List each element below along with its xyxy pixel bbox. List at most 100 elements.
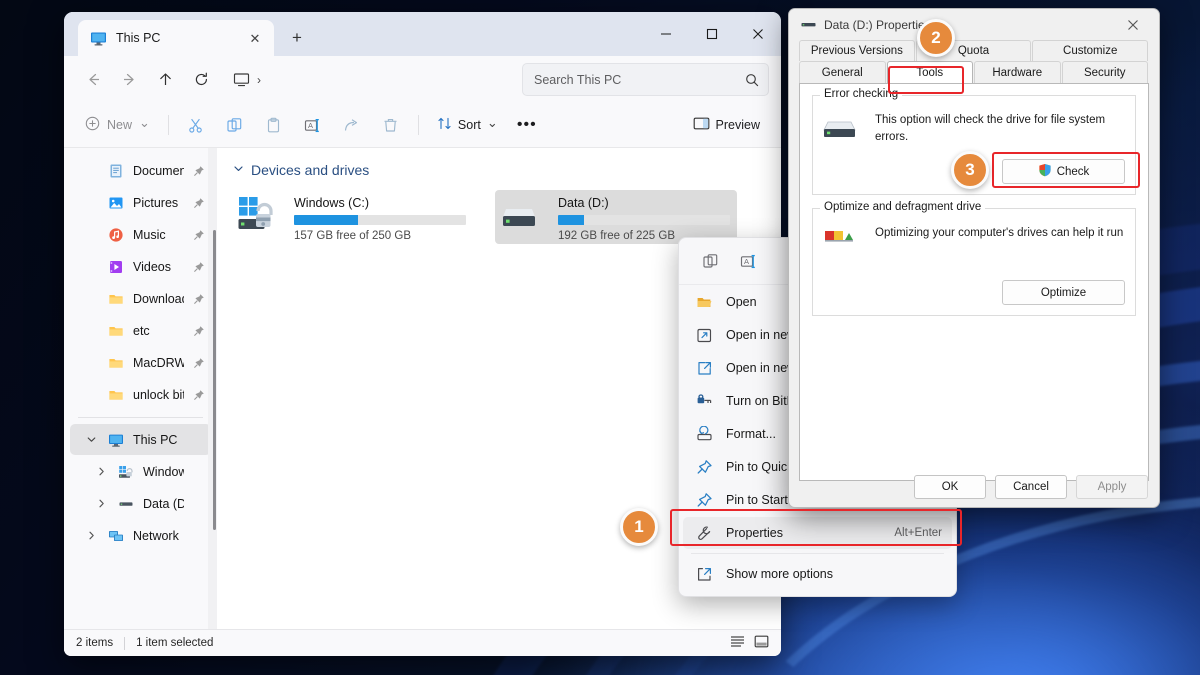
sidebar-scrollbar-track[interactable] (208, 148, 217, 629)
optimize-button[interactable]: Optimize (1002, 280, 1125, 305)
new-tab-icon (695, 326, 714, 345)
context-menu-item-properties[interactable]: Properties Alt+Enter (683, 517, 952, 549)
maximize-button[interactable] (689, 12, 735, 56)
folder-open-icon (695, 293, 714, 312)
dialog-close-button[interactable] (1113, 9, 1153, 40)
folder-icon (107, 354, 124, 371)
sidebar-item-pictures[interactable]: Pictures (70, 187, 211, 218)
tab-security[interactable]: Security (1061, 61, 1148, 83)
new-tab-button[interactable]: + (282, 23, 312, 53)
explorer-body: Documents Pictures M (64, 148, 781, 629)
tiles-view-icon[interactable] (754, 635, 769, 651)
tab-general[interactable]: General (799, 61, 886, 83)
sort-icon (437, 116, 452, 134)
pin-icon (193, 229, 207, 241)
group-header-devices-and-drives[interactable]: Devices and drives (231, 162, 781, 178)
sidebar-item-data-d[interactable]: Data (D:) (70, 488, 211, 519)
sidebar-item-network[interactable]: Network (70, 520, 211, 551)
tab-previous-versions[interactable]: Previous Versions (799, 40, 915, 61)
sort-label: Sort (457, 118, 481, 132)
paste-icon[interactable] (256, 109, 292, 141)
sidebar-item-download[interactable]: Download (70, 283, 211, 314)
rename-icon[interactable]: A (295, 109, 331, 141)
sidebar-item-this-pc[interactable]: This PC (70, 424, 211, 455)
cut-icon[interactable] (178, 109, 214, 141)
dialog-titlebar: Data (D:) Properties (789, 9, 1159, 40)
chevron-right-icon[interactable] (94, 467, 108, 476)
tab-this-pc[interactable]: This PC ✕ (78, 20, 274, 56)
search-input[interactable]: Search This PC (522, 63, 769, 96)
drive-item-windows-c[interactable]: Windows (C:) 157 GB free of 250 GB (231, 190, 473, 244)
step-badge-3: 3 (951, 151, 989, 189)
chevron-right-icon[interactable] (94, 499, 108, 508)
sidebar-item-macdrw[interactable]: MacDRW (70, 347, 211, 378)
more-options-icon (695, 565, 714, 584)
breadcrumb[interactable]: › (226, 64, 514, 96)
pin-icon (193, 293, 207, 305)
tab-strip: This PC ✕ + (64, 12, 312, 56)
drive-usage-bar (294, 215, 466, 225)
preview-pane-icon (693, 116, 710, 134)
delete-icon[interactable] (373, 109, 409, 141)
forward-button[interactable] (112, 64, 146, 96)
folder-icon (107, 386, 124, 403)
sidebar-item-documents[interactable]: Documents (70, 155, 211, 186)
svg-text:A: A (308, 121, 313, 130)
wrench-icon (695, 524, 714, 543)
new-button[interactable]: New ⌄ (76, 109, 159, 141)
tab-customize[interactable]: Customize (1032, 40, 1149, 61)
svg-text:A: A (744, 257, 749, 266)
tab-hardware[interactable]: Hardware (974, 61, 1061, 83)
breadcrumb-chevron-icon[interactable]: › (253, 73, 265, 87)
chevron-down-icon[interactable] (84, 435, 98, 444)
minimize-button[interactable] (643, 12, 689, 56)
sidebar-item-label: Download (133, 291, 184, 306)
drive-free-space: 157 GB free of 250 GB (294, 230, 411, 242)
status-selection: 1 item selected (136, 637, 214, 649)
drive-name: Data (D:) (558, 196, 609, 210)
sidebar-item-music[interactable]: Music (70, 219, 211, 250)
more-options-button[interactable]: ••• (510, 109, 544, 141)
defrag-icon (823, 225, 865, 258)
this-pc-icon (90, 30, 107, 47)
ok-button[interactable]: OK (914, 475, 986, 499)
sidebar-item-etc[interactable]: etc (70, 315, 211, 346)
chevron-right-icon[interactable] (84, 531, 98, 540)
toolbar-divider (167, 115, 169, 135)
dialog-tab-bar: Previous Versions Quota Customize Genera… (789, 40, 1159, 83)
dialog-footer: OK Cancel Apply (789, 475, 1159, 499)
sidebar-item-label: Pictures (133, 195, 179, 210)
copy-icon[interactable] (217, 109, 253, 141)
preview-button[interactable]: Preview (684, 109, 769, 141)
copy-icon[interactable] (693, 246, 727, 276)
close-button[interactable] (735, 12, 781, 56)
chevron-down-icon: ⌄ (486, 114, 498, 130)
error-checking-legend: Error checking (820, 88, 903, 100)
sidebar-item-unlock-bitlocker[interactable]: unlock bitloc (70, 379, 211, 410)
share-icon[interactable] (334, 109, 370, 141)
chevron-down-icon[interactable] (233, 163, 244, 177)
sidebar-item-videos[interactable]: Videos (70, 251, 211, 282)
rename-icon[interactable]: A (731, 246, 765, 276)
details-view-icon[interactable] (730, 635, 745, 651)
tab-close-button[interactable]: ✕ (244, 27, 266, 49)
cancel-button[interactable]: Cancel (995, 475, 1067, 499)
plus-circle-icon (85, 116, 100, 134)
sort-button[interactable]: Sort ⌄ (428, 109, 507, 141)
sidebar-item-windows-c[interactable]: Windows (C:) (70, 456, 211, 487)
drive-icon (502, 195, 548, 239)
drive-icon (801, 17, 816, 32)
bitlocker-icon (695, 392, 714, 411)
up-button[interactable] (148, 64, 182, 96)
tab-tools[interactable]: Tools (886, 61, 973, 83)
refresh-button[interactable] (184, 64, 218, 96)
drive-icon (117, 495, 134, 512)
drive-icon (823, 112, 865, 147)
back-button[interactable] (76, 64, 110, 96)
music-icon (107, 226, 124, 243)
check-button[interactable]: Check (1002, 159, 1125, 184)
context-menu-item-show-more-options[interactable]: Show more options (683, 558, 952, 590)
chevron-down-icon: ⌄ (139, 114, 150, 130)
drive-item-data-d[interactable]: Data (D:) 192 GB free of 225 GB (495, 190, 737, 244)
sidebar-scrollbar-thumb[interactable] (213, 230, 216, 530)
